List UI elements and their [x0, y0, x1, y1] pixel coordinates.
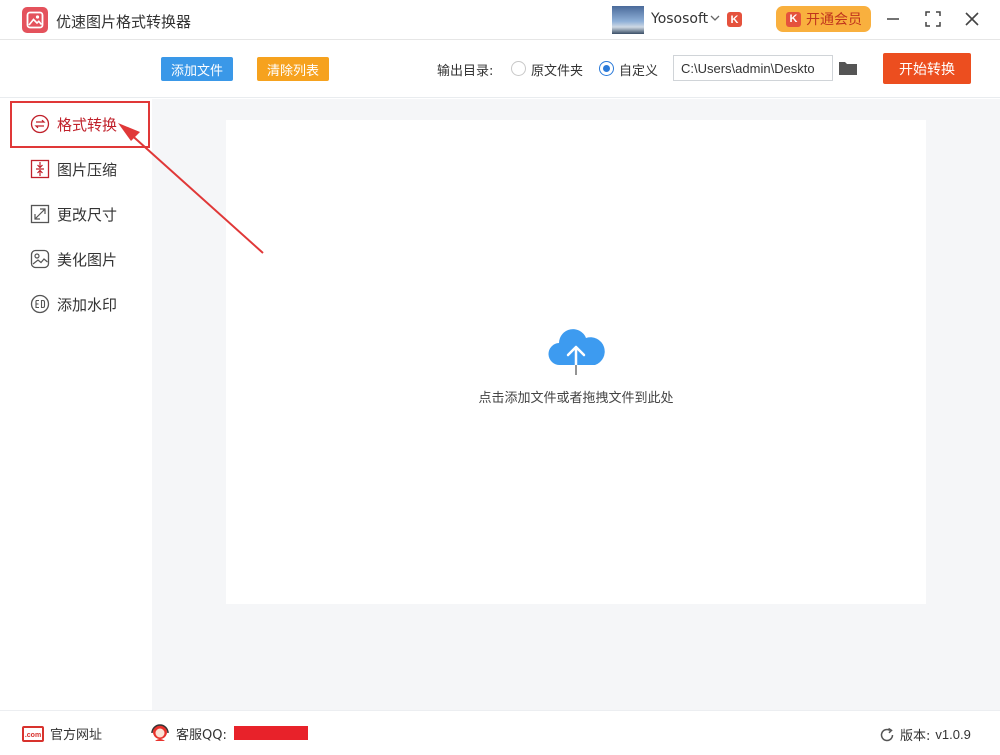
- k-badge-icon: K: [727, 12, 742, 27]
- sidebar-item-label: 格式转换: [57, 115, 118, 134]
- beautify-icon: [30, 249, 50, 269]
- title-bar: 优速图片格式转换器 Yososoft K K 开通会员: [0, 0, 1000, 40]
- support-agent-icon: [151, 724, 169, 741]
- user-name[interactable]: Yososoft: [651, 11, 708, 27]
- support-qq[interactable]: 客服QQ:: [149, 722, 308, 744]
- version-value: v1.0.9: [935, 727, 971, 742]
- vip-button-label: 开通会员: [806, 12, 862, 28]
- sidebar-item-compress[interactable]: 图片压缩: [30, 154, 117, 184]
- start-convert-button[interactable]: 开始转换: [883, 53, 971, 84]
- vip-k-icon: K: [786, 11, 801, 27]
- radio-custom-folder-label[interactable]: 自定义: [619, 60, 658, 79]
- minimize-icon[interactable]: [882, 8, 904, 30]
- sidebar: [0, 99, 152, 710]
- radio-custom-folder[interactable]: [599, 61, 614, 76]
- vip-button[interactable]: K 开通会员: [776, 6, 871, 32]
- sidebar-item-label: 美化图片: [57, 250, 118, 269]
- sidebar-item-label: 图片压缩: [57, 160, 118, 179]
- support-qq-label: 客服QQ:: [176, 727, 227, 743]
- official-site-label: 官方网址: [50, 728, 103, 743]
- sidebar-item-resize[interactable]: 更改尺寸: [30, 199, 117, 229]
- file-drop-zone[interactable]: 点击添加文件或者拖拽文件到此处: [226, 120, 926, 604]
- radio-original-folder[interactable]: [511, 61, 526, 76]
- output-path-input[interactable]: [673, 55, 833, 81]
- maximize-icon[interactable]: [922, 8, 944, 30]
- clear-list-button[interactable]: 清除列表: [257, 57, 329, 81]
- website-com-icon: .com: [22, 725, 44, 742]
- folder-icon[interactable]: [838, 59, 858, 77]
- compress-icon: [30, 159, 50, 179]
- cloud-upload-icon: [548, 329, 605, 377]
- close-icon[interactable]: [961, 8, 983, 30]
- refresh-icon: [880, 727, 894, 741]
- app-title: 优速图片格式转换器: [56, 13, 192, 31]
- resize-icon: [30, 204, 50, 224]
- user-avatar[interactable]: [612, 6, 644, 34]
- sidebar-item-label: 更改尺寸: [57, 205, 118, 224]
- sidebar-item-label: 添加水印: [57, 295, 118, 314]
- toolbar: 添加文件 清除列表 输出目录: 原文件夹 自定义 开始转换: [0, 41, 1000, 98]
- version-info[interactable]: 版本: v1.0.9: [879, 725, 971, 744]
- sidebar-item-beautify[interactable]: 美化图片: [30, 244, 117, 274]
- output-dir-label: 输出目录:: [437, 64, 494, 79]
- app-logo-icon: [22, 7, 48, 33]
- convert-icon: [30, 114, 50, 134]
- sidebar-item-watermark[interactable]: 添加水印: [30, 289, 117, 319]
- add-files-button[interactable]: 添加文件: [161, 57, 233, 81]
- official-site-link[interactable]: .com 官方网址: [22, 724, 102, 743]
- drop-hint-text: 点击添加文件或者拖拽文件到此处: [478, 391, 674, 406]
- sidebar-item-format-convert[interactable]: 格式转换: [30, 109, 117, 139]
- radio-original-folder-label[interactable]: 原文件夹: [531, 60, 583, 79]
- version-label: 版本:: [900, 729, 931, 744]
- redacted-qq-number: [233, 726, 308, 740]
- watermark-icon: [30, 294, 50, 314]
- chevron-down-icon[interactable]: [710, 14, 720, 22]
